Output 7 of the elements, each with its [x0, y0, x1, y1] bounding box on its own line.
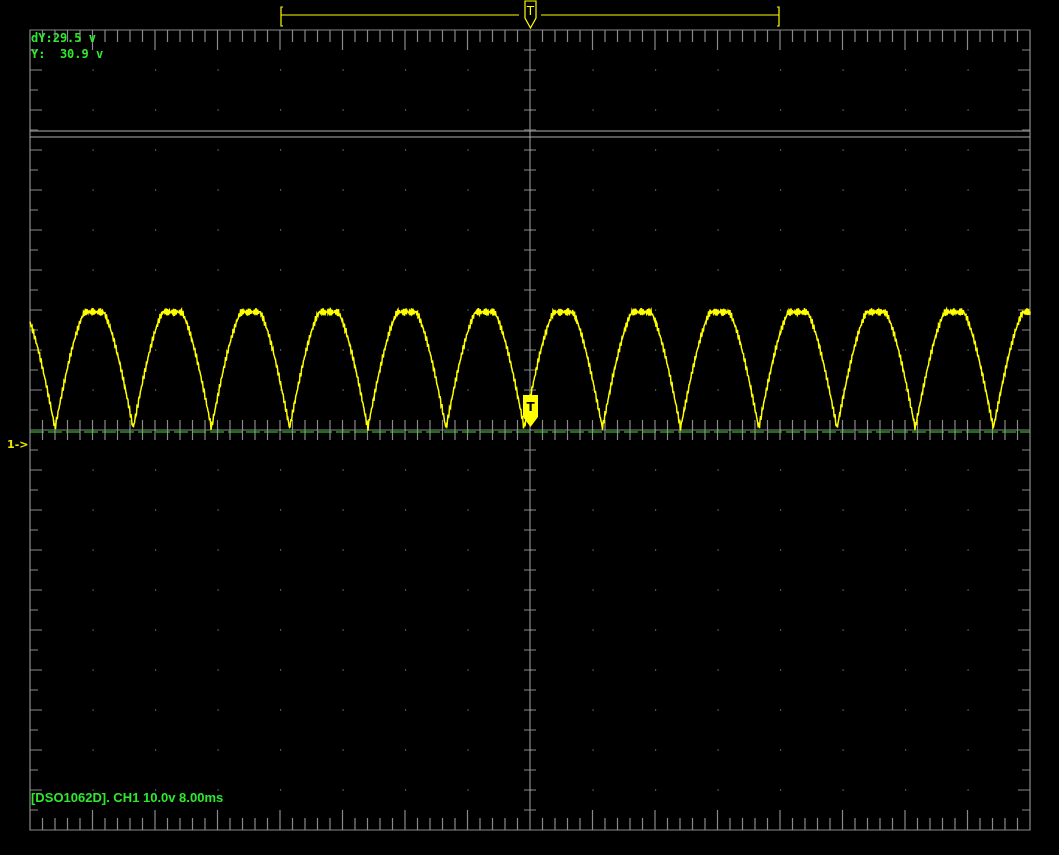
trigger-position-label: T: [526, 4, 535, 18]
trigger-pointer-icon[interactable]: [524, 0, 537, 30]
trigger-marker-icon[interactable]: [523, 395, 538, 427]
status-text: [DSO1062D]. CH1 10.0v 8.00ms: [31, 790, 224, 805]
cursor-readout: Y: 30.9 v: [31, 46, 104, 62]
channel-marker[interactable]: 1->: [7, 438, 29, 451]
trigger-marker-label: T: [526, 400, 535, 414]
